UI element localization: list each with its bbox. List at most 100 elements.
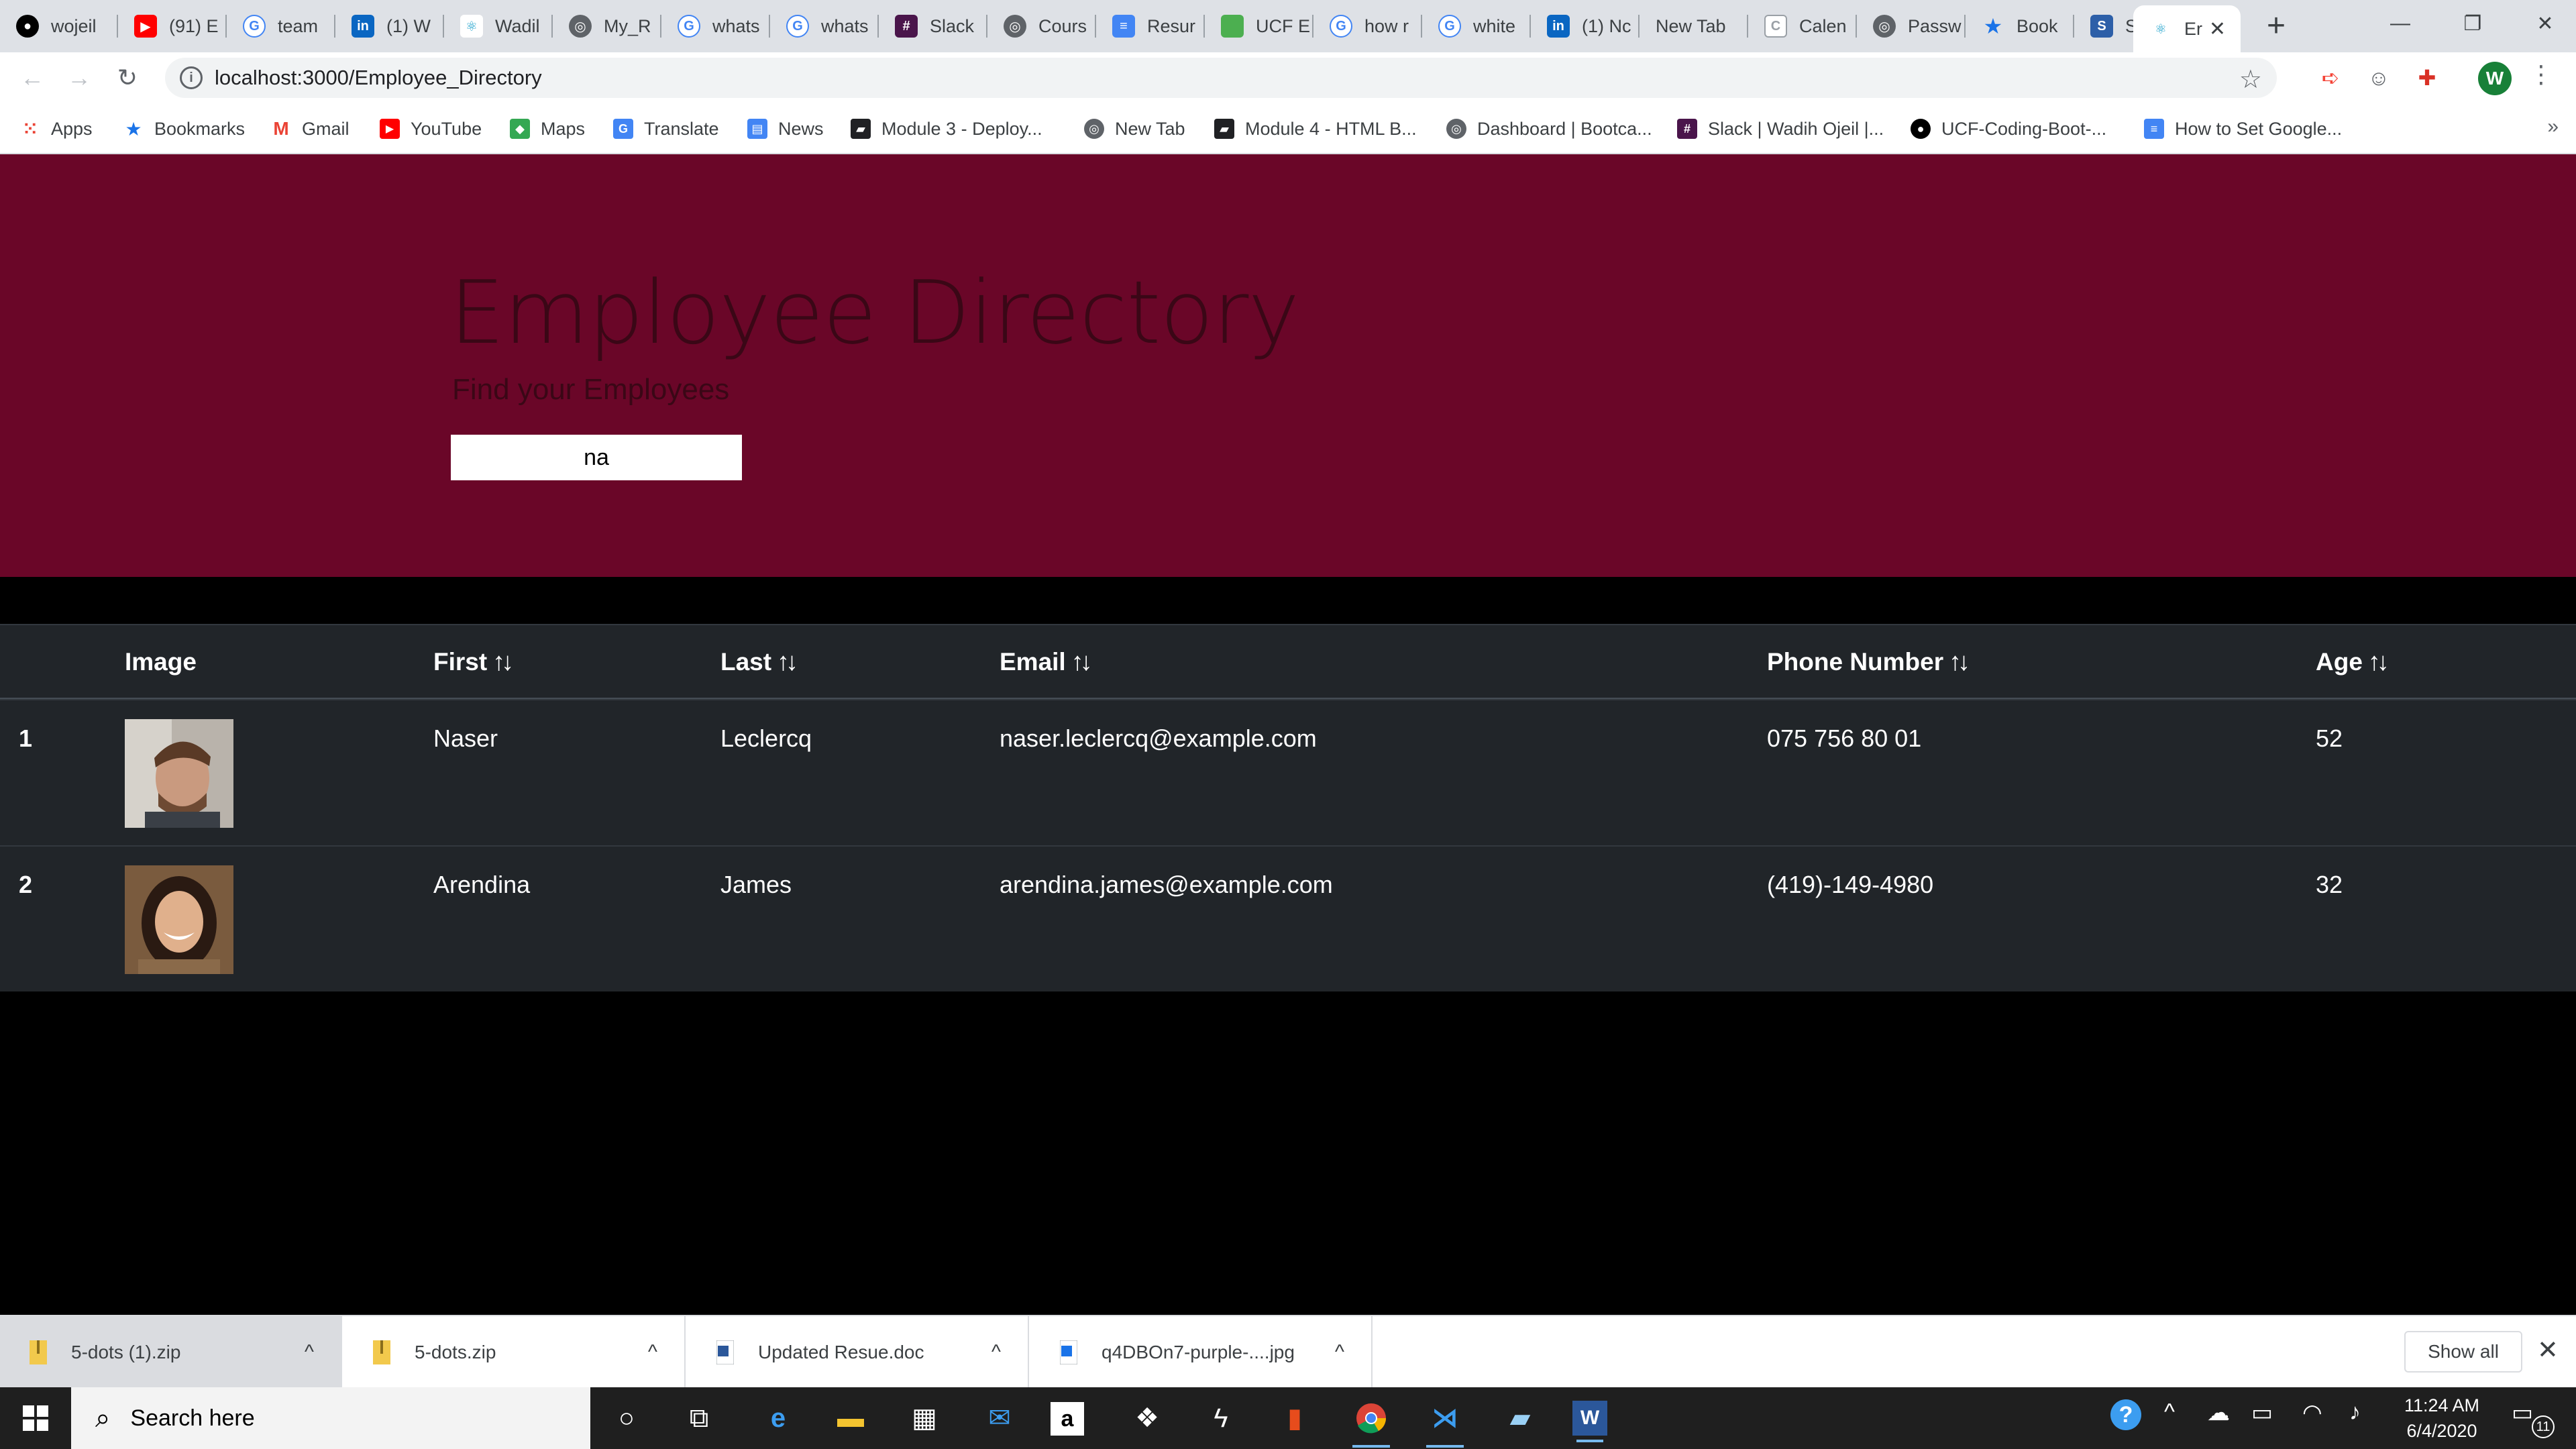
word-icon[interactable]: W <box>1572 1401 1607 1442</box>
bookmark-bookmarks[interactable]: ★ Bookmarks <box>123 115 245 142</box>
volume-icon[interactable]: ♪ <box>2349 1399 2361 1426</box>
tab-globe-myr[interactable]: ◎ My_R <box>553 5 661 47</box>
bookmark-google-docs[interactable]: ≡ How to Set Google... <box>2144 115 2342 142</box>
reload-icon[interactable]: ↻ <box>109 59 146 97</box>
taskbar-search-box[interactable]: ⌕ Search here <box>71 1387 590 1449</box>
tab-google-whats-1[interactable]: G whats <box>661 5 770 47</box>
close-shelf-icon[interactable]: ✕ <box>2537 1335 2559 1365</box>
bookmark-dashboard[interactable]: ◎ Dashboard | Bootca... <box>1446 115 1652 142</box>
download-item[interactable]: 5-dots.zip ^ <box>343 1316 686 1389</box>
bookmarks-overflow-icon[interactable]: » <box>2547 115 2559 138</box>
chevron-up-icon[interactable]: ^ <box>305 1341 314 1364</box>
office-icon[interactable]: ▮ <box>1272 1395 1318 1441</box>
download-item[interactable]: Updated Resue.doc ^ <box>687 1316 1029 1389</box>
header-age[interactable]: Age ↑↓ <box>2316 648 2390 677</box>
tab-new-tab[interactable]: New Tab <box>1640 5 1748 47</box>
mail-icon[interactable]: ✉ <box>977 1395 1022 1441</box>
system-clock[interactable]: 11:24 AM 6/4/2020 <box>2395 1393 2489 1444</box>
tab-globe-passwords[interactable]: ◎ Passw <box>1857 5 1966 47</box>
sort-arrows-icon[interactable]: ↑↓ <box>1071 648 1093 676</box>
bookmark-apps[interactable]: ⁙ Apps <box>20 115 92 142</box>
bookmark-module-4[interactable]: ▰ Module 4 - HTML B... <box>1214 115 1417 142</box>
tab-slack[interactable]: # Slack <box>879 5 987 47</box>
bolt-app-icon[interactable]: ϟ <box>1198 1395 1244 1441</box>
tab-calendar[interactable]: C Calen <box>1748 5 1857 47</box>
sort-arrows-icon[interactable]: ↑↓ <box>2368 648 2390 676</box>
close-tab-icon[interactable]: ✕ <box>2209 17 2226 41</box>
download-item[interactable]: 5-dots (1).zip ^ <box>0 1316 342 1389</box>
bookmark-slack[interactable]: # Slack | Wadih Ojeil |... <box>1677 115 1884 142</box>
tab-label: My_R <box>604 15 651 36</box>
cell-age: 52 <box>2316 724 2343 752</box>
tab-employee-directory-active[interactable]: ⚛ Er ✕ <box>2133 5 2241 52</box>
bookmark-gmail[interactable]: M Gmail <box>271 115 349 142</box>
tab-linkedin[interactable]: in (1) W <box>335 5 444 47</box>
tab-linkedin-2[interactable]: in (1) Nc <box>1531 5 1640 47</box>
chevron-up-icon[interactable]: ^ <box>991 1341 1001 1364</box>
header-phone-number[interactable]: Phone Number ↑↓ <box>1767 648 1970 677</box>
battery-icon[interactable]: ▭ <box>2251 1399 2273 1426</box>
bookmark-translate[interactable]: G Translate <box>613 115 719 142</box>
tab-globe-courses[interactable]: ◎ Cours <box>987 5 1096 47</box>
profile-avatar[interactable]: W <box>2478 62 2512 95</box>
back-arrow-icon[interactable]: ← <box>13 59 51 97</box>
bookmark-maps[interactable]: ◆ Maps <box>510 115 585 142</box>
minimize-icon[interactable]: — <box>2364 0 2436 47</box>
task-view-icon[interactable]: ⧉ <box>676 1395 722 1441</box>
tab-ucf[interactable]: UCF E <box>1205 5 1313 47</box>
chevron-up-icon[interactable]: ^ <box>2164 1399 2175 1426</box>
vscode-icon[interactable]: ⋊ <box>1422 1395 1468 1448</box>
tab-google-team[interactable]: G team <box>227 5 335 47</box>
onedrive-cloud-icon[interactable]: ☁ <box>2207 1399 2230 1426</box>
sort-arrows-icon[interactable]: ↑↓ <box>492 648 514 676</box>
edge-icon[interactable]: e <box>755 1395 801 1441</box>
notes-app-icon[interactable]: ▰ <box>1497 1395 1543 1441</box>
header-email[interactable]: Email ↑↓ <box>1000 648 1093 677</box>
show-all-downloads-button[interactable]: Show all <box>2404 1331 2522 1373</box>
employee-search-input[interactable] <box>451 435 742 480</box>
extension-puzzle-icon[interactable]: ✚ <box>2411 62 2443 94</box>
extension-face-icon[interactable]: ☺ <box>2363 62 2395 94</box>
bookmark-new-tab[interactable]: ◎ New Tab <box>1084 115 1185 142</box>
store-icon[interactable]: ▦ <box>902 1395 947 1441</box>
header-first[interactable]: First ↑↓ <box>433 648 514 677</box>
tab-google-whats-2[interactable]: G whats <box>770 5 879 47</box>
sort-arrows-icon[interactable]: ↑↓ <box>1949 648 1970 676</box>
tab-docs-resume[interactable]: ≡ Resur <box>1096 5 1205 47</box>
tab-google-how[interactable]: G how r <box>1313 5 1422 47</box>
book-icon: ▰ <box>851 119 871 139</box>
info-icon[interactable]: i <box>180 66 203 89</box>
url-text[interactable]: localhost:3000/Employee_Directory <box>215 66 542 90</box>
close-window-icon[interactable]: ✕ <box>2509 0 2576 47</box>
address-bar[interactable]: i localhost:3000/Employee_Directory ☆ <box>165 58 2277 98</box>
new-tab-button[interactable]: + <box>2258 8 2294 44</box>
action-center-icon[interactable]: ▭ 11 <box>2512 1399 2555 1438</box>
file-explorer-icon[interactable]: ▬ <box>828 1395 873 1441</box>
tab-github[interactable]: ● wojeil <box>0 5 118 47</box>
cortana-icon[interactable]: ○ <box>604 1395 649 1441</box>
help-icon[interactable]: ? <box>2110 1399 2141 1430</box>
bookmark-ucf-github[interactable]: ● UCF-Coding-Boot-... <box>1911 115 2106 142</box>
tab-react-wadih[interactable]: ⚛ Wadil <box>444 5 553 47</box>
header-last[interactable]: Last ↑↓ <box>720 648 798 677</box>
sort-arrows-icon[interactable]: ↑↓ <box>777 648 798 676</box>
extension-red-arrow-icon[interactable]: ➪ <box>2314 62 2347 94</box>
tab-google-white[interactable]: G white <box>1422 5 1531 47</box>
chevron-up-icon[interactable]: ^ <box>1335 1341 1344 1364</box>
chevron-up-icon[interactable]: ^ <box>648 1341 657 1364</box>
windows-start-button[interactable] <box>0 1387 71 1449</box>
dropbox-icon[interactable]: ❖ <box>1124 1395 1170 1441</box>
bookmark-star-icon[interactable]: ☆ <box>2239 64 2262 95</box>
wifi-icon[interactable]: ◠ <box>2302 1399 2322 1426</box>
tab-bookmarks[interactable]: ★ Book <box>1966 5 2074 47</box>
restore-icon[interactable]: ❐ <box>2436 0 2509 47</box>
bookmark-news[interactable]: ▤ News <box>747 115 824 142</box>
tab-youtube[interactable]: ▶ (91) E <box>118 5 227 47</box>
amazon-icon[interactable]: a <box>1051 1402 1084 1436</box>
more-menu-icon[interactable]: ⋮ <box>2529 60 2553 89</box>
download-item[interactable]: q4DBOn7-purple-....jpg ^ <box>1030 1316 1373 1389</box>
bookmark-youtube[interactable]: ▶ YouTube <box>380 115 482 142</box>
forward-arrow-icon[interactable]: → <box>60 59 98 97</box>
chrome-icon[interactable] <box>1348 1395 1394 1448</box>
bookmark-module-3[interactable]: ▰ Module 3 - Deploy... <box>851 115 1042 142</box>
